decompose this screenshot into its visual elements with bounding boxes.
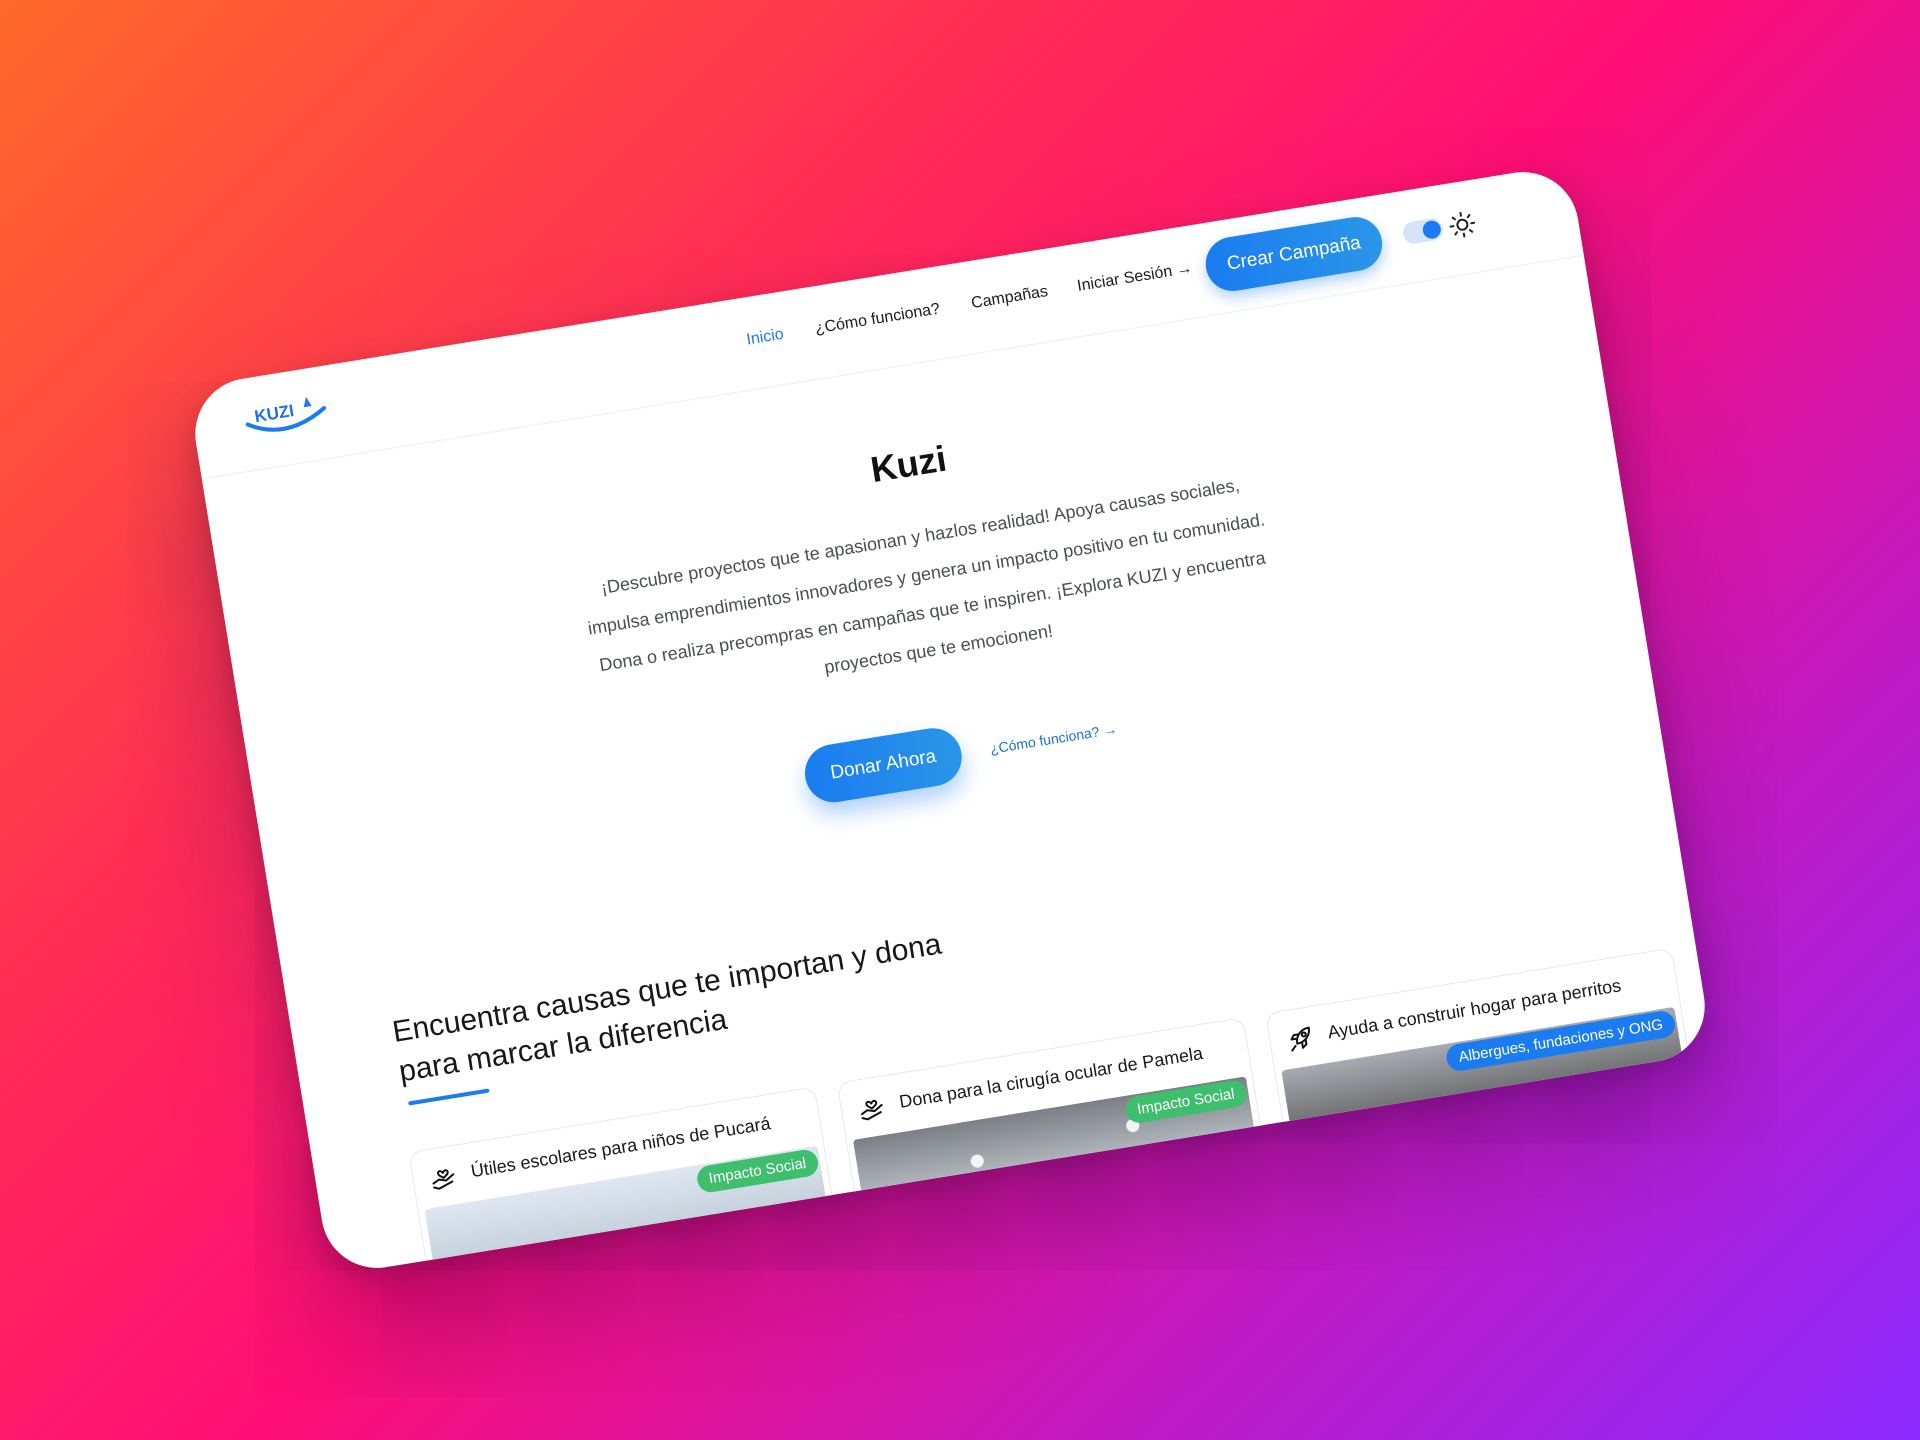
section-title-underline — [408, 1088, 490, 1106]
campaign-card[interactable]: Ayuda a construir hogar para perritos Al… — [1264, 947, 1698, 1174]
sun-icon[interactable] — [1447, 210, 1477, 240]
how-it-works-link[interactable]: ¿Cómo funciona? → — [989, 721, 1118, 757]
site-header: KUZI Inicio ¿Cómo funciona? Campañas Ini… — [187, 163, 1584, 480]
login-link[interactable]: Iniciar Sesión → — [1076, 260, 1194, 296]
campaign-card[interactable]: Dona para la cirugía ocular de Pamela Im… — [836, 1016, 1270, 1243]
theme-toggle[interactable] — [1401, 217, 1445, 246]
toggle-knob — [1421, 219, 1443, 240]
nav-item-como-funciona[interactable]: ¿Cómo funciona? — [814, 300, 942, 338]
background: KUZI Inicio ¿Cómo funciona? Campañas Ini… — [0, 0, 1920, 1440]
main-nav: Inicio ¿Cómo funciona? Campañas — [745, 283, 1049, 350]
nav-item-inicio[interactable]: Inicio — [745, 326, 785, 350]
kuzi-logo[interactable]: KUZI — [240, 390, 332, 447]
donate-now-button[interactable]: Donar Ahora — [800, 723, 966, 807]
nav-item-campanas[interactable]: Campañas — [970, 283, 1049, 313]
hand-heart-icon — [860, 1099, 883, 1121]
browser-window: KUZI Inicio ¿Cómo funciona? Campañas Ini… — [187, 163, 1713, 1277]
rocket-icon — [1290, 1026, 1310, 1052]
section-title: Encuentra causas que te importan y dona … — [390, 927, 944, 1089]
campaign-card[interactable]: Útiles escolares para niños de Pucará Im… — [408, 1086, 841, 1277]
create-campaign-button[interactable]: Crear Campaña — [1201, 213, 1387, 295]
hand-heart-icon — [432, 1169, 455, 1190]
